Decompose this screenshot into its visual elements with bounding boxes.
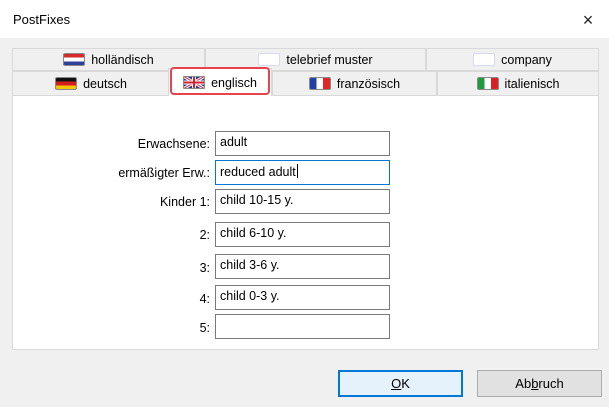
label-ermaessigter-erw: ermäßigter Erw.: (118, 166, 210, 180)
tab-englisch[interactable]: englisch (168, 68, 272, 96)
field-kinder-4[interactable]: child 0-3 y. (215, 285, 390, 310)
window-title: PostFixes (13, 12, 71, 27)
field-erwachsene[interactable]: adult (215, 131, 390, 156)
field-kinder-2[interactable]: child 6-10 y. (215, 222, 390, 247)
nl-flag-icon (63, 53, 86, 66)
blank-flag-icon (258, 53, 281, 66)
field-ermaessigter-erw[interactable]: reduced adult (215, 160, 390, 185)
close-icon[interactable]: × (576, 8, 600, 32)
cancel-button-label: Abbruch (515, 376, 564, 391)
cancel-button[interactable]: Abbruch (477, 370, 602, 397)
tab-label: company (501, 52, 552, 67)
field-value: child 10-15 y. (220, 193, 294, 207)
field-value: reduced adult (220, 165, 296, 179)
field-value: child 6-10 y. (220, 226, 287, 240)
ok-button[interactable]: OK (338, 370, 463, 397)
tab-italienisch[interactable]: italienisch (437, 71, 599, 96)
tab-deutsch[interactable]: deutsch (12, 71, 170, 96)
label-kinder-3: 3: (199, 261, 210, 275)
field-kinder-1[interactable]: child 10-15 y. (215, 189, 390, 214)
tab-company[interactable]: company (426, 48, 599, 71)
tab-franzoesisch[interactable]: französisch (272, 71, 437, 96)
label-erwachsene: Erwachsene: (137, 137, 210, 151)
field-kinder-5[interactable] (215, 314, 390, 339)
label-kinder-1: Kinder 1: (159, 195, 210, 209)
it-flag-icon (476, 77, 499, 90)
title-bar: PostFixes × (0, 0, 609, 38)
label-kinder-4: 4: (199, 292, 210, 306)
label-kinder-2: 2: (199, 228, 210, 242)
field-value: adult (220, 135, 248, 149)
tab-label: französisch (336, 76, 401, 91)
tab-label: deutsch (83, 76, 127, 91)
label-kinder-5: 5: (199, 321, 210, 335)
field-value: child 0-3 y. (220, 289, 280, 303)
ok-button-label: OK (391, 376, 410, 391)
blank-flag-icon (473, 53, 496, 66)
tab-label: italienisch (504, 76, 560, 91)
text-caret (296, 164, 298, 178)
fr-flag-icon (308, 77, 331, 90)
gb-flag-icon (183, 76, 206, 89)
tab-label: englisch (211, 75, 257, 90)
tab-label: holländisch (91, 52, 154, 67)
de-flag-icon (55, 77, 78, 90)
tab-label: telebrief muster (286, 52, 373, 67)
field-kinder-3[interactable]: child 3-6 y. (215, 254, 390, 279)
field-value: child 3-6 y. (220, 258, 280, 272)
